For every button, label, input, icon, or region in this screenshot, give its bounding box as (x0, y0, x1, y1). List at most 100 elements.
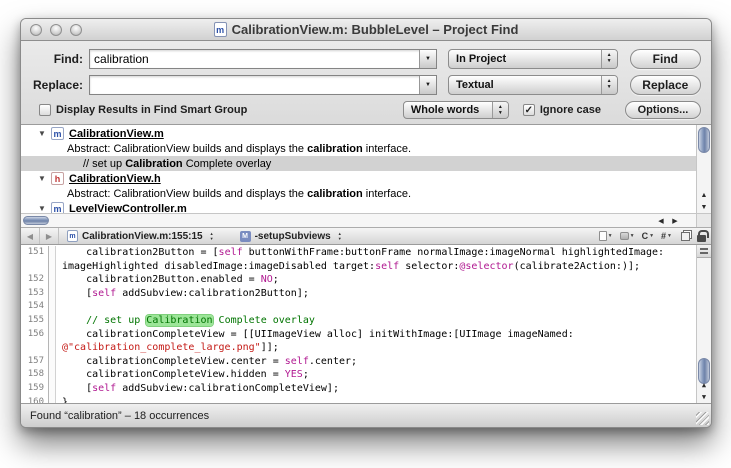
find-combo: ▼ (89, 49, 437, 69)
code-text: @"calibration_complete_large.png"]]; (56, 341, 279, 355)
code-text: } (56, 396, 68, 403)
line-number (21, 260, 49, 274)
arrow-right-icon: ▶ (46, 232, 52, 241)
minimize-button[interactable] (50, 24, 62, 36)
result-match-row[interactable]: // set up Calibration Complete overlay (21, 156, 696, 171)
resize-grip[interactable] (696, 412, 709, 425)
popup-stepper-icon: ▲▼ (210, 232, 214, 241)
window-title: CalibrationView.m: BubbleLevel – Project… (232, 22, 519, 37)
disclosure-triangle-icon[interactable]: ▼ (38, 129, 51, 138)
scope-popup[interactable]: In Project ▲▼ (448, 49, 618, 69)
focus-ribbon (49, 396, 56, 403)
focus-ribbon (49, 314, 56, 328)
find-history-dropdown[interactable]: ▼ (419, 50, 436, 68)
scroll-down-button[interactable]: ▼ (697, 201, 711, 213)
result-file-row[interactable]: ▼m CalibrationView.m (21, 126, 696, 141)
disclosure-triangle-icon[interactable]: ▼ (38, 204, 51, 213)
marker-icon (620, 232, 629, 240)
match-text: Abstract: CalibrationView builds and dis… (67, 188, 411, 200)
arrow-up-icon: ▲ (702, 381, 706, 389)
editor-vertical-scrollbar[interactable]: ▲ ▼ (696, 245, 711, 403)
result-match-row[interactable]: Abstract: CalibrationView builds and dis… (21, 186, 696, 201)
symbol-popup[interactable]: M -setupSubviews ▲▼ (222, 231, 342, 242)
go-back-button[interactable]: ◀ (21, 228, 40, 244)
class-hierarchy-menu[interactable]: C▼ (642, 231, 654, 241)
popup-stepper-icon: ▲▼ (601, 50, 617, 68)
disclosure-triangle-icon[interactable]: ▼ (38, 174, 51, 183)
result-match-row[interactable]: Abstract: CalibrationView builds and dis… (21, 141, 696, 156)
results-vertical-scrollbar[interactable]: ▲ ▼ (696, 125, 711, 213)
code-line: 151 calibration2Button = [self buttonWit… (21, 246, 696, 260)
replace-button[interactable]: Replace (630, 75, 701, 95)
popup-stepper-icon: ▲▼ (338, 232, 342, 241)
replace-input[interactable] (90, 76, 419, 94)
focus-ribbon (49, 287, 56, 301)
scroll-right-button[interactable]: ▶ (668, 214, 682, 227)
line-number: 159 (21, 382, 49, 396)
search-results-list[interactable]: ▼mCalibrationView.mAbstract: Calibration… (21, 125, 711, 213)
code-text: calibration2Button = [self buttonWithFra… (56, 246, 664, 260)
counterpart-button[interactable] (679, 232, 690, 241)
code-line: 158 calibrationCompleteView.hidden = YES… (21, 368, 696, 382)
file-type-icon: m (51, 127, 64, 140)
code-line: 156 calibrationCompleteView = [[UIImageV… (21, 328, 696, 342)
lock-button[interactable] (697, 230, 706, 242)
code-editor[interactable]: 151 calibration2Button = [self buttonWit… (21, 245, 711, 403)
line-number: 160 (21, 396, 49, 403)
line-number: 151 (21, 246, 49, 260)
includes-menu[interactable]: #▼ (661, 231, 672, 241)
results-horizontal-scrollbar[interactable]: ◀ ▶ (21, 213, 711, 227)
ignore-case-checkbox[interactable]: ✓ (523, 104, 535, 116)
navbar-tools: ▼ ▼ C▼ #▼ (599, 230, 711, 242)
focus-ribbon (49, 368, 56, 382)
match-style-popup[interactable]: Whole words ▲▼ (403, 101, 509, 119)
file-history-popup[interactable]: m CalibrationView.m:155:15 ▲▼ (67, 230, 214, 242)
project-find-window: m CalibrationView.m: BubbleLevel – Proje… (20, 18, 712, 428)
document-proxy-icon[interactable]: m (214, 22, 227, 37)
code-text: [self addSubview:calibration2Button]; (56, 287, 309, 301)
title-group: m CalibrationView.m: BubbleLevel – Proje… (214, 22, 519, 37)
find-row: Find: ▼ In Project ▲▼ Find (31, 48, 701, 69)
titlebar[interactable]: m CalibrationView.m: BubbleLevel – Proje… (21, 19, 711, 41)
go-forward-button[interactable]: ▶ (40, 228, 59, 244)
markers-menu[interactable]: ▼ (620, 232, 635, 240)
zoom-button[interactable] (70, 24, 82, 36)
close-button[interactable] (30, 24, 42, 36)
line-number: 157 (21, 355, 49, 369)
replace-row: Replace: ▼ Textual ▲▼ Replace (31, 74, 701, 95)
focus-ribbon (49, 273, 56, 287)
scroll-down-button[interactable]: ▼ (697, 391, 711, 403)
split-editor-button[interactable] (697, 245, 711, 258)
result-file-name[interactable]: LevelViewController.m (69, 203, 187, 214)
bookmark-icon (599, 231, 607, 241)
file-type-icon: h (51, 172, 64, 185)
ignore-case-label: Ignore case (540, 104, 601, 116)
result-file-row[interactable]: ▼mLevelViewController.m (21, 201, 696, 213)
find-input[interactable] (90, 50, 419, 68)
code-line: 153 [self addSubview:calibration2Button]… (21, 287, 696, 301)
scroll-up-button[interactable]: ▲ (697, 379, 711, 391)
replace-history-dropdown[interactable]: ▼ (419, 76, 436, 94)
code-text: imageHighlighted disabledImage:imageDisa… (56, 260, 640, 274)
focus-ribbon (49, 246, 56, 260)
mode-popup[interactable]: Textual ▲▼ (448, 75, 618, 95)
scrollbar-thumb[interactable] (698, 127, 710, 153)
scroll-left-button[interactable]: ◀ (654, 214, 668, 227)
window-controls (30, 24, 82, 36)
scrollbar-thumb[interactable] (23, 216, 49, 225)
result-file-row[interactable]: ▼h CalibrationView.h (21, 171, 696, 186)
scroll-up-button[interactable]: ▲ (697, 189, 711, 201)
code-line: 155 // set up Calibration Complete overl… (21, 314, 696, 328)
bookmarks-menu[interactable]: ▼ (599, 231, 613, 241)
check-icon: ✓ (525, 105, 533, 116)
options-button[interactable]: Options... (625, 101, 701, 119)
smart-group-checkbox[interactable] (39, 104, 51, 116)
result-file-name[interactable]: CalibrationView.m (69, 128, 164, 140)
arrow-left-icon: ◀ (27, 232, 33, 241)
popup-stepper-icon: ▲▼ (601, 76, 617, 94)
scrollbar-corner (696, 214, 711, 227)
status-bar: Found “calibration” – 18 occurrences (21, 403, 711, 427)
find-button[interactable]: Find (630, 49, 701, 69)
focus-ribbon (49, 300, 56, 314)
result-file-name[interactable]: CalibrationView.h (69, 173, 161, 185)
